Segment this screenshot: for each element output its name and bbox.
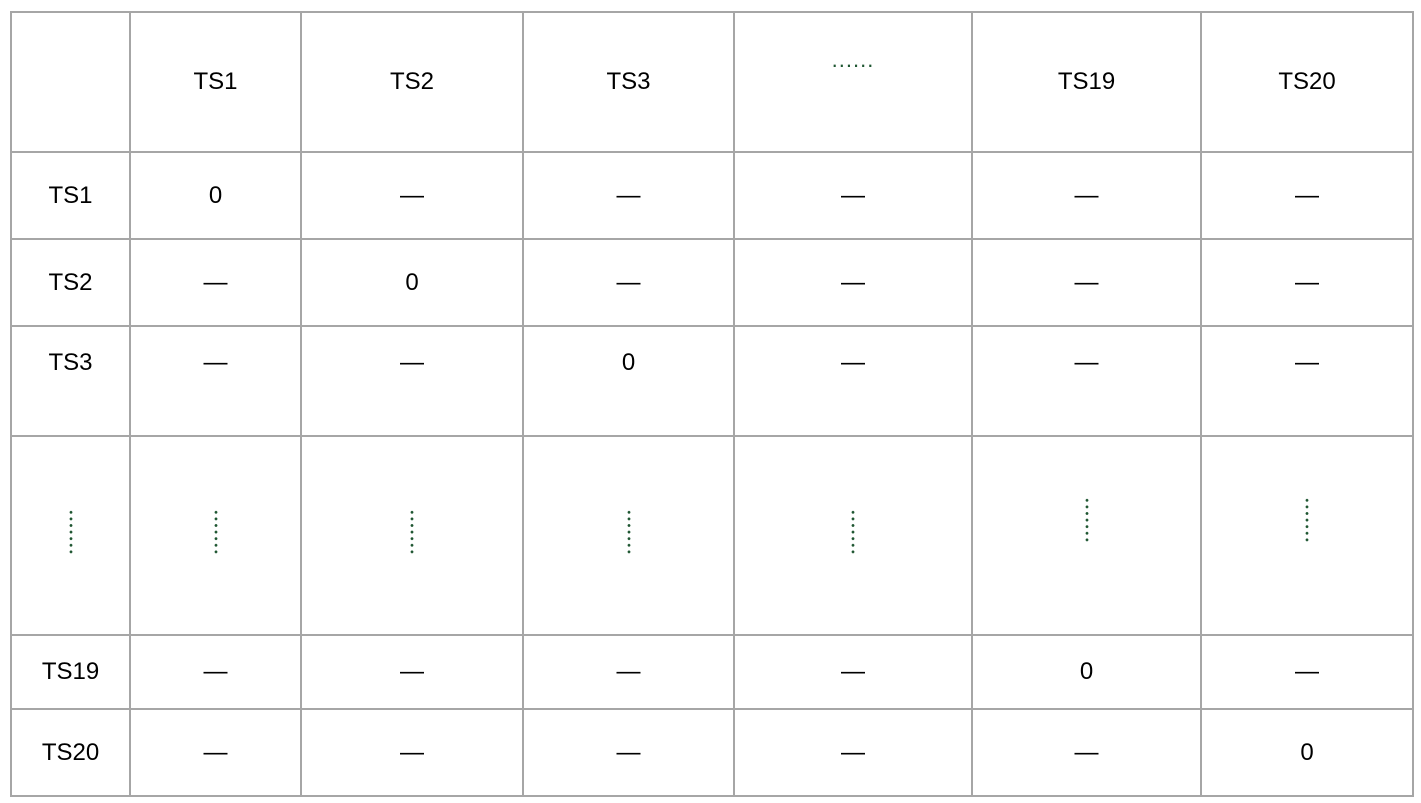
table-cell: 0 bbox=[522, 325, 735, 437]
table-cell: — bbox=[971, 238, 1202, 327]
vertical-ellipsis bbox=[1305, 497, 1309, 543]
row-header: TS3 bbox=[10, 325, 131, 437]
table-cell: — bbox=[129, 325, 302, 437]
table-cell-ellipsis bbox=[733, 435, 973, 636]
row-header-ellipsis bbox=[10, 435, 131, 636]
corner-cell bbox=[10, 11, 131, 153]
table-cell: — bbox=[733, 325, 973, 437]
column-header-ellipsis: ...... bbox=[733, 11, 973, 153]
table-cell: 0 bbox=[971, 634, 1202, 710]
table-cell: — bbox=[129, 708, 302, 797]
table-cell: — bbox=[971, 325, 1202, 437]
column-header: TS2 bbox=[300, 11, 524, 153]
table-cell: — bbox=[1200, 634, 1414, 710]
table-row: TS20 — — — — — 0 bbox=[10, 708, 1414, 797]
table-cell: — bbox=[1200, 151, 1414, 240]
table-cell: — bbox=[733, 708, 973, 797]
ellipsis-row bbox=[10, 435, 1414, 636]
table-row: TS19 — — — — 0 — bbox=[10, 634, 1414, 710]
table-cell: — bbox=[300, 708, 524, 797]
row-header: TS1 bbox=[10, 151, 131, 240]
table-cell: — bbox=[129, 634, 302, 710]
vertical-ellipsis bbox=[851, 509, 855, 555]
table-cell-ellipsis bbox=[300, 435, 524, 636]
horizontal-ellipsis: ...... bbox=[831, 47, 875, 72]
column-header: TS20 bbox=[1200, 11, 1414, 153]
distance-matrix-table: TS1 TS2 TS3 ...... TS19 TS20 TS1 0 — — —… bbox=[10, 11, 1414, 797]
vertical-ellipsis bbox=[213, 509, 218, 555]
table-cell: — bbox=[129, 238, 302, 327]
row-header: TS20 bbox=[10, 708, 131, 797]
table-cell: 0 bbox=[1200, 708, 1414, 797]
table-cell: — bbox=[1200, 238, 1414, 327]
column-header: TS19 bbox=[971, 11, 1202, 153]
table-cell: 0 bbox=[129, 151, 302, 240]
vertical-ellipsis bbox=[626, 509, 631, 555]
table-cell: — bbox=[971, 708, 1202, 797]
table-cell-ellipsis bbox=[522, 435, 735, 636]
table-cell-ellipsis bbox=[129, 435, 302, 636]
table-cell-ellipsis bbox=[1200, 435, 1414, 636]
table-cell: — bbox=[522, 708, 735, 797]
table-cell: — bbox=[1200, 325, 1414, 437]
table-cell: — bbox=[733, 634, 973, 710]
column-header: TS1 bbox=[129, 11, 302, 153]
table-cell: 0 bbox=[300, 238, 524, 327]
table-row: TS1 0 — — — — — bbox=[10, 151, 1414, 240]
vertical-ellipsis bbox=[410, 509, 414, 555]
table-row: TS3 — — 0 — — — bbox=[10, 325, 1414, 437]
row-header: TS2 bbox=[10, 238, 131, 327]
table-cell: — bbox=[300, 634, 524, 710]
table-cell: — bbox=[522, 634, 735, 710]
table-cell-ellipsis bbox=[971, 435, 1202, 636]
table-cell: — bbox=[522, 151, 735, 240]
table-cell: — bbox=[733, 238, 973, 327]
table-row: TS2 — 0 — — — — bbox=[10, 238, 1414, 327]
table-cell: — bbox=[971, 151, 1202, 240]
column-header: TS3 bbox=[522, 11, 735, 153]
header-row: TS1 TS2 TS3 ...... TS19 TS20 bbox=[10, 11, 1414, 153]
table-cell: — bbox=[300, 151, 524, 240]
table-cell: — bbox=[733, 151, 973, 240]
vertical-ellipsis bbox=[1084, 497, 1089, 543]
vertical-ellipsis bbox=[68, 509, 73, 555]
row-header: TS19 bbox=[10, 634, 131, 710]
table-cell: — bbox=[300, 325, 524, 437]
table-cell: — bbox=[522, 238, 735, 327]
